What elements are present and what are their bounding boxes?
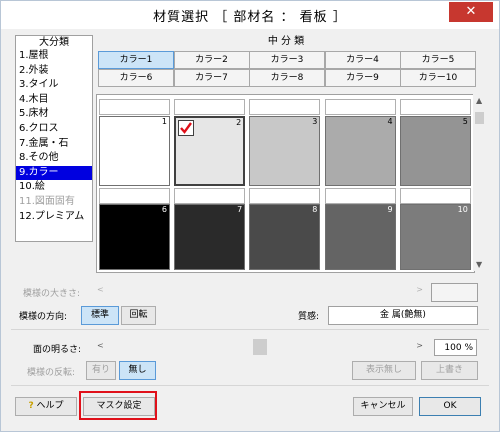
middle-category-button[interactable]: カラー10 bbox=[400, 69, 476, 87]
scroll-down-icon[interactable]: ▼ bbox=[476, 260, 482, 269]
swatch-name-label bbox=[324, 188, 396, 204]
material-swatch[interactable]: 10 bbox=[399, 204, 471, 270]
middle-category-button[interactable]: カラー2 bbox=[173, 51, 250, 69]
separator bbox=[11, 385, 489, 386]
pattern-size-label: 模様の大きさ: bbox=[23, 289, 81, 299]
major-category-item[interactable]: 4.木目 bbox=[16, 93, 92, 108]
ok-button[interactable]: OK bbox=[419, 397, 481, 416]
material-grid: 1 2 3 4 5 6 7 8 9 10 bbox=[96, 94, 475, 273]
swatch-number: 2 bbox=[236, 118, 242, 127]
texture-label: 質感: bbox=[298, 312, 320, 322]
brightness-field[interactable]: 100 % bbox=[434, 339, 477, 356]
swatch-number: 9 bbox=[387, 205, 393, 214]
brightness-slider[interactable]: < > bbox=[95, 339, 425, 355]
swatch-name-label bbox=[399, 99, 471, 115]
major-category-item[interactable]: 8.その他 bbox=[16, 151, 92, 166]
major-category-item[interactable]: 3.タイル bbox=[16, 78, 92, 93]
swatch-number: 7 bbox=[237, 205, 243, 214]
swatch-number: 8 bbox=[312, 205, 318, 214]
swatch-name-label bbox=[99, 188, 170, 204]
flip-no-button[interactable]: 無し bbox=[119, 361, 156, 380]
swatch-number: 6 bbox=[161, 205, 167, 214]
swatch-name-label bbox=[324, 99, 396, 115]
swatch-name-label bbox=[249, 188, 321, 204]
middle-category-button[interactable]: カラー9 bbox=[324, 69, 401, 87]
separator bbox=[11, 329, 489, 330]
material-swatch[interactable]: 8 bbox=[249, 204, 321, 270]
swatch-number: 10 bbox=[457, 205, 468, 214]
dialog-title: 材質選択 ［ 部材名 ： 看板 ］ bbox=[153, 10, 347, 25]
direction-rotate-button[interactable]: 回転 bbox=[121, 306, 156, 325]
material-swatch[interactable]: 2 bbox=[174, 116, 246, 186]
pattern-flip-label: 模様の反転: bbox=[27, 368, 76, 378]
material-select-dialog: 材質選択 ［ 部材名 ： 看板 ］ ✕ 大分類 1.屋根 2.外装 3.タイル 4.木… bbox=[0, 0, 500, 432]
pattern-size-field[interactable] bbox=[431, 283, 478, 302]
major-category-header: 大分類 bbox=[39, 37, 69, 48]
grid-scrollbar[interactable]: ▲ ▼ bbox=[473, 94, 486, 271]
middle-category-button[interactable]: カラー6 bbox=[98, 69, 174, 87]
material-swatch[interactable]: 1 bbox=[99, 116, 170, 186]
check-icon bbox=[178, 120, 195, 136]
brightness-label: 面の明るさ: bbox=[33, 345, 82, 355]
swatch-name-label bbox=[399, 188, 471, 204]
material-swatch[interactable]: 3 bbox=[249, 116, 321, 186]
swatch-name-label bbox=[174, 99, 246, 115]
cancel-button[interactable]: キャンセル bbox=[353, 397, 413, 416]
pattern-size-slider[interactable]: < > bbox=[95, 283, 425, 299]
major-category-item[interactable]: 7.金属・石 bbox=[16, 137, 92, 152]
major-category-list: 大分類 1.屋根 2.外装 3.タイル 4.木目 5.床材 6.クロス 7.金属・石 8.その… bbox=[15, 35, 93, 242]
overwrite-button[interactable]: 上書き bbox=[421, 361, 478, 380]
pattern-direction-label: 模様の方向: bbox=[19, 312, 68, 322]
swatch-number: 3 bbox=[312, 117, 318, 126]
texture-field[interactable]: 金 属(艶無) bbox=[328, 306, 478, 325]
swatch-number: 4 bbox=[387, 117, 393, 126]
swatch-name-label bbox=[249, 99, 321, 115]
major-category-item[interactable]: 1.屋根 bbox=[16, 49, 92, 64]
swatch-number: 1 bbox=[161, 117, 167, 126]
major-category-item[interactable]: 6.クロス bbox=[16, 122, 92, 137]
highlight-frame bbox=[79, 391, 157, 420]
major-category-item[interactable]: 10.絵 bbox=[16, 180, 92, 195]
swatch-name-label bbox=[99, 99, 170, 115]
scroll-thumb[interactable] bbox=[475, 112, 484, 124]
middle-category-button[interactable]: カラー3 bbox=[249, 51, 325, 69]
swatch-number: 5 bbox=[462, 117, 468, 126]
swatch-name-label bbox=[174, 188, 246, 204]
no-display-button[interactable]: 表示無し bbox=[352, 361, 416, 380]
middle-category-header: 中 分 類 bbox=[267, 36, 305, 47]
middle-category-button[interactable]: カラー8 bbox=[249, 69, 325, 87]
material-swatch[interactable]: 4 bbox=[324, 116, 396, 186]
material-swatch[interactable]: 7 bbox=[174, 204, 246, 270]
brightness-right-icon[interactable]: > bbox=[416, 341, 423, 350]
slider-right-icon[interactable]: > bbox=[416, 285, 423, 294]
major-category-item[interactable]: 9.カラー bbox=[16, 165, 92, 181]
major-category-item[interactable]: 2.外装 bbox=[16, 64, 92, 79]
middle-category-button[interactable]: カラー4 bbox=[324, 51, 401, 69]
flip-yes-button[interactable]: 有り bbox=[86, 361, 116, 380]
slider-left-icon[interactable]: < bbox=[97, 285, 104, 294]
close-button[interactable]: ✕ bbox=[449, 2, 493, 22]
material-swatch[interactable]: 9 bbox=[324, 204, 396, 270]
middle-category-button[interactable]: カラー5 bbox=[400, 51, 476, 69]
middle-category-button[interactable]: カラー1 bbox=[98, 51, 174, 69]
major-category-item[interactable]: 5.床材 bbox=[16, 107, 92, 122]
help-button[interactable]: ? ヘルプ bbox=[15, 397, 77, 416]
material-swatch[interactable]: 6 bbox=[99, 204, 170, 270]
major-category-item[interactable]: 11.図面固有 bbox=[16, 195, 92, 210]
scroll-up-icon[interactable]: ▲ bbox=[476, 96, 482, 105]
brightness-thumb[interactable] bbox=[253, 339, 267, 355]
middle-category-button[interactable]: カラー7 bbox=[173, 69, 250, 87]
help-button-label: ヘルプ bbox=[36, 401, 64, 411]
direction-standard-button[interactable]: 標準 bbox=[81, 306, 119, 325]
brightness-left-icon[interactable]: < bbox=[97, 341, 104, 350]
major-category-item[interactable]: 12.プレミアム bbox=[16, 210, 92, 225]
title-bar: 材質選択 ［ 部材名 ： 看板 ］ ✕ bbox=[1, 1, 499, 29]
material-swatch[interactable]: 5 bbox=[399, 116, 471, 186]
help-question-icon: ? bbox=[28, 401, 34, 411]
